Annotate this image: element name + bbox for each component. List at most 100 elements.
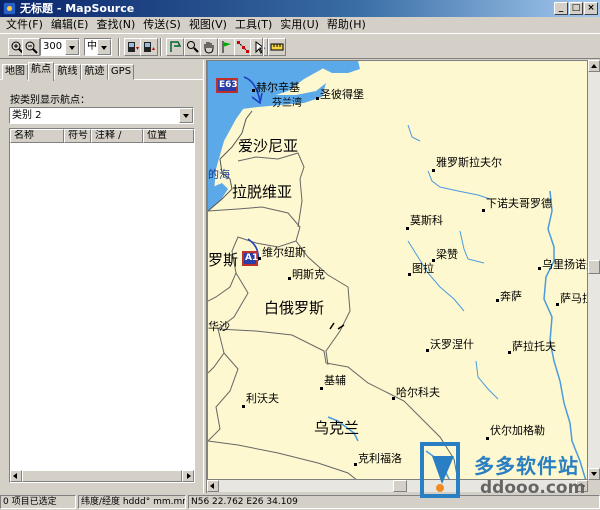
- map-tool-button[interactable]: [166, 38, 184, 56]
- scroll-thumb[interactable]: [393, 480, 407, 492]
- scroll-thumb[interactable]: [22, 470, 182, 482]
- city-lviv: 利沃夫: [246, 392, 279, 405]
- tab-map[interactable]: 地图: [2, 64, 28, 80]
- menu-file[interactable]: 文件(F): [2, 17, 47, 33]
- map-canvas: [208, 61, 587, 479]
- menu-help[interactable]: 帮助(H): [323, 17, 370, 33]
- city-helsinki: 赫尔辛基: [256, 81, 300, 94]
- scroll-left-button[interactable]: [10, 470, 22, 482]
- column-header-symbol[interactable]: 符号: [64, 129, 91, 143]
- zoom-scale-select[interactable]: 300 km: [40, 38, 80, 56]
- city-voronezh: 沃罗涅什: [430, 338, 474, 351]
- tab-waypoints[interactable]: 航点: [28, 62, 54, 81]
- magnifier-icon: [187, 41, 199, 53]
- toolbar-separator: [160, 38, 162, 56]
- city-warsaw: 华沙: [208, 320, 230, 333]
- city-marker: [406, 227, 409, 230]
- tab-gps[interactable]: GPS: [108, 64, 134, 80]
- country-latvia: 拉脱维亚: [232, 183, 293, 201]
- list-horizontal-scrollbar[interactable]: [10, 470, 194, 482]
- watermark-logo-icon: [420, 442, 460, 498]
- city-marker: [496, 299, 499, 302]
- pan-tool-button[interactable]: [200, 38, 218, 56]
- menu-bar: 文件(F) 编辑(E) 查找(N) 传送(S) 视图(V) 工具(T) 实用(U…: [0, 17, 600, 33]
- sea-label: 的海: [208, 168, 230, 181]
- zoom-out-button[interactable]: [22, 38, 40, 56]
- close-button[interactable]: ×: [584, 2, 598, 15]
- arrow-left-icon: [210, 483, 214, 489]
- measure-tool-button[interactable]: [268, 38, 286, 56]
- arrow-up-icon: [591, 64, 597, 68]
- watermark-brand: 多多软件站: [474, 454, 579, 478]
- city-penza: 奔萨: [500, 290, 522, 303]
- arrow-right-icon: [187, 473, 191, 479]
- chevron-down-icon: [97, 39, 111, 55]
- city-marker: [508, 351, 511, 354]
- hand-icon: [204, 42, 214, 54]
- country-estonia: 爱沙尼亚: [238, 137, 299, 155]
- status-coord-format: 纬度/经度 hddd° mm.mmm' (WGS 84): [78, 495, 186, 509]
- menu-find[interactable]: 查找(N): [92, 17, 139, 33]
- watermark-url: ddooo.com: [480, 478, 586, 498]
- menu-transfer[interactable]: 传送(S): [139, 17, 185, 33]
- scroll-right-button[interactable]: [182, 470, 194, 482]
- waypoint-list-header: 名称 符号 注释 / 位置: [10, 129, 194, 143]
- column-header-position[interactable]: 位置: [143, 129, 194, 143]
- city-vilnius: 维尔纽斯: [262, 246, 306, 259]
- column-header-name[interactable]: 名称: [10, 129, 64, 143]
- map-view[interactable]: E63 A1 爱沙尼亚 拉脱维亚 罗斯 白俄罗斯 乌克兰 的海 赫尔辛基 芬兰湾…: [207, 60, 588, 480]
- zoom-out-icon: [25, 41, 38, 54]
- waypoints-panel: 地图 航点 航线 航迹 GPS 按类别显示航点： 类别 2 名称 符号 注释 /…: [0, 60, 203, 493]
- menu-utilities[interactable]: 实用(U): [276, 17, 323, 33]
- map-vertical-scrollbar[interactable]: [588, 60, 600, 480]
- menu-edit[interactable]: 编辑(E): [47, 17, 93, 33]
- country-ukraine: 乌克兰: [314, 419, 360, 437]
- maximize-button[interactable]: □: [569, 2, 583, 15]
- chevron-down-icon: [179, 108, 193, 123]
- category-filter-value: 类别 2: [12, 110, 42, 121]
- city-yaroslavl: 雅罗斯拉夫尔: [436, 156, 502, 169]
- menu-view[interactable]: 视图(V): [185, 17, 231, 33]
- tab-routes[interactable]: 航线: [54, 64, 81, 80]
- city-nizhny-novgorod: 下诺夫哥罗德: [486, 197, 552, 210]
- map-tool-icon: [170, 41, 182, 52]
- window-title: 无标题 - MapSource: [20, 2, 135, 15]
- city-tula: 图拉: [412, 262, 434, 275]
- city-saratov: 萨拉托夫: [512, 340, 556, 353]
- scroll-up-button[interactable]: [588, 60, 600, 72]
- minimize-button[interactable]: _: [554, 2, 568, 15]
- city-saint-petersburg: 圣彼得堡: [320, 88, 364, 101]
- menu-tools[interactable]: 工具(T): [231, 17, 276, 33]
- city-kharkiv: 哈尔科夫: [396, 386, 440, 399]
- scroll-left-button[interactable]: [207, 480, 219, 492]
- city-ryazan: 梁赞: [436, 248, 458, 261]
- city-marker: [288, 277, 291, 280]
- city-marker: [482, 209, 485, 212]
- detail-level-select[interactable]: 中: [84, 38, 112, 56]
- select-tool-button[interactable]: [250, 38, 268, 56]
- category-filter-label: 按类别显示航点：: [10, 95, 90, 106]
- city-kryvyi-rih: 克利福洛: [358, 452, 402, 465]
- category-filter-select[interactable]: 类别 2: [9, 107, 194, 124]
- toolbar-separator: [118, 38, 120, 56]
- gulf-of-finland-label: 芬兰湾: [272, 98, 302, 109]
- country-belarus: 白俄罗斯: [264, 299, 325, 317]
- send-device-icon: [144, 42, 155, 52]
- flag-icon: [222, 41, 231, 53]
- route-icon: [237, 41, 249, 53]
- road-shield-a1: A1: [242, 251, 258, 266]
- app-icon: [3, 2, 16, 15]
- column-header-comment[interactable]: 注释 /: [91, 129, 143, 143]
- waypoint-list[interactable]: 名称 符号 注释 / 位置: [9, 128, 195, 483]
- city-volgograd: 伏尔加格勒: [490, 424, 545, 437]
- ruler-icon: [270, 43, 284, 51]
- city-moscow: 莫斯科: [410, 214, 443, 227]
- send-to-device-button[interactable]: [140, 38, 158, 56]
- panel-tabs: 地图 航点 航线 航迹 GPS: [0, 62, 203, 81]
- watermark: 多多软件站 ddooo.com: [414, 440, 600, 500]
- city-marker: [242, 405, 245, 408]
- city-marker: [556, 303, 559, 306]
- city-marker: [432, 169, 435, 172]
- tab-tracks[interactable]: 航迹: [81, 64, 108, 80]
- scroll-thumb[interactable]: [588, 260, 600, 274]
